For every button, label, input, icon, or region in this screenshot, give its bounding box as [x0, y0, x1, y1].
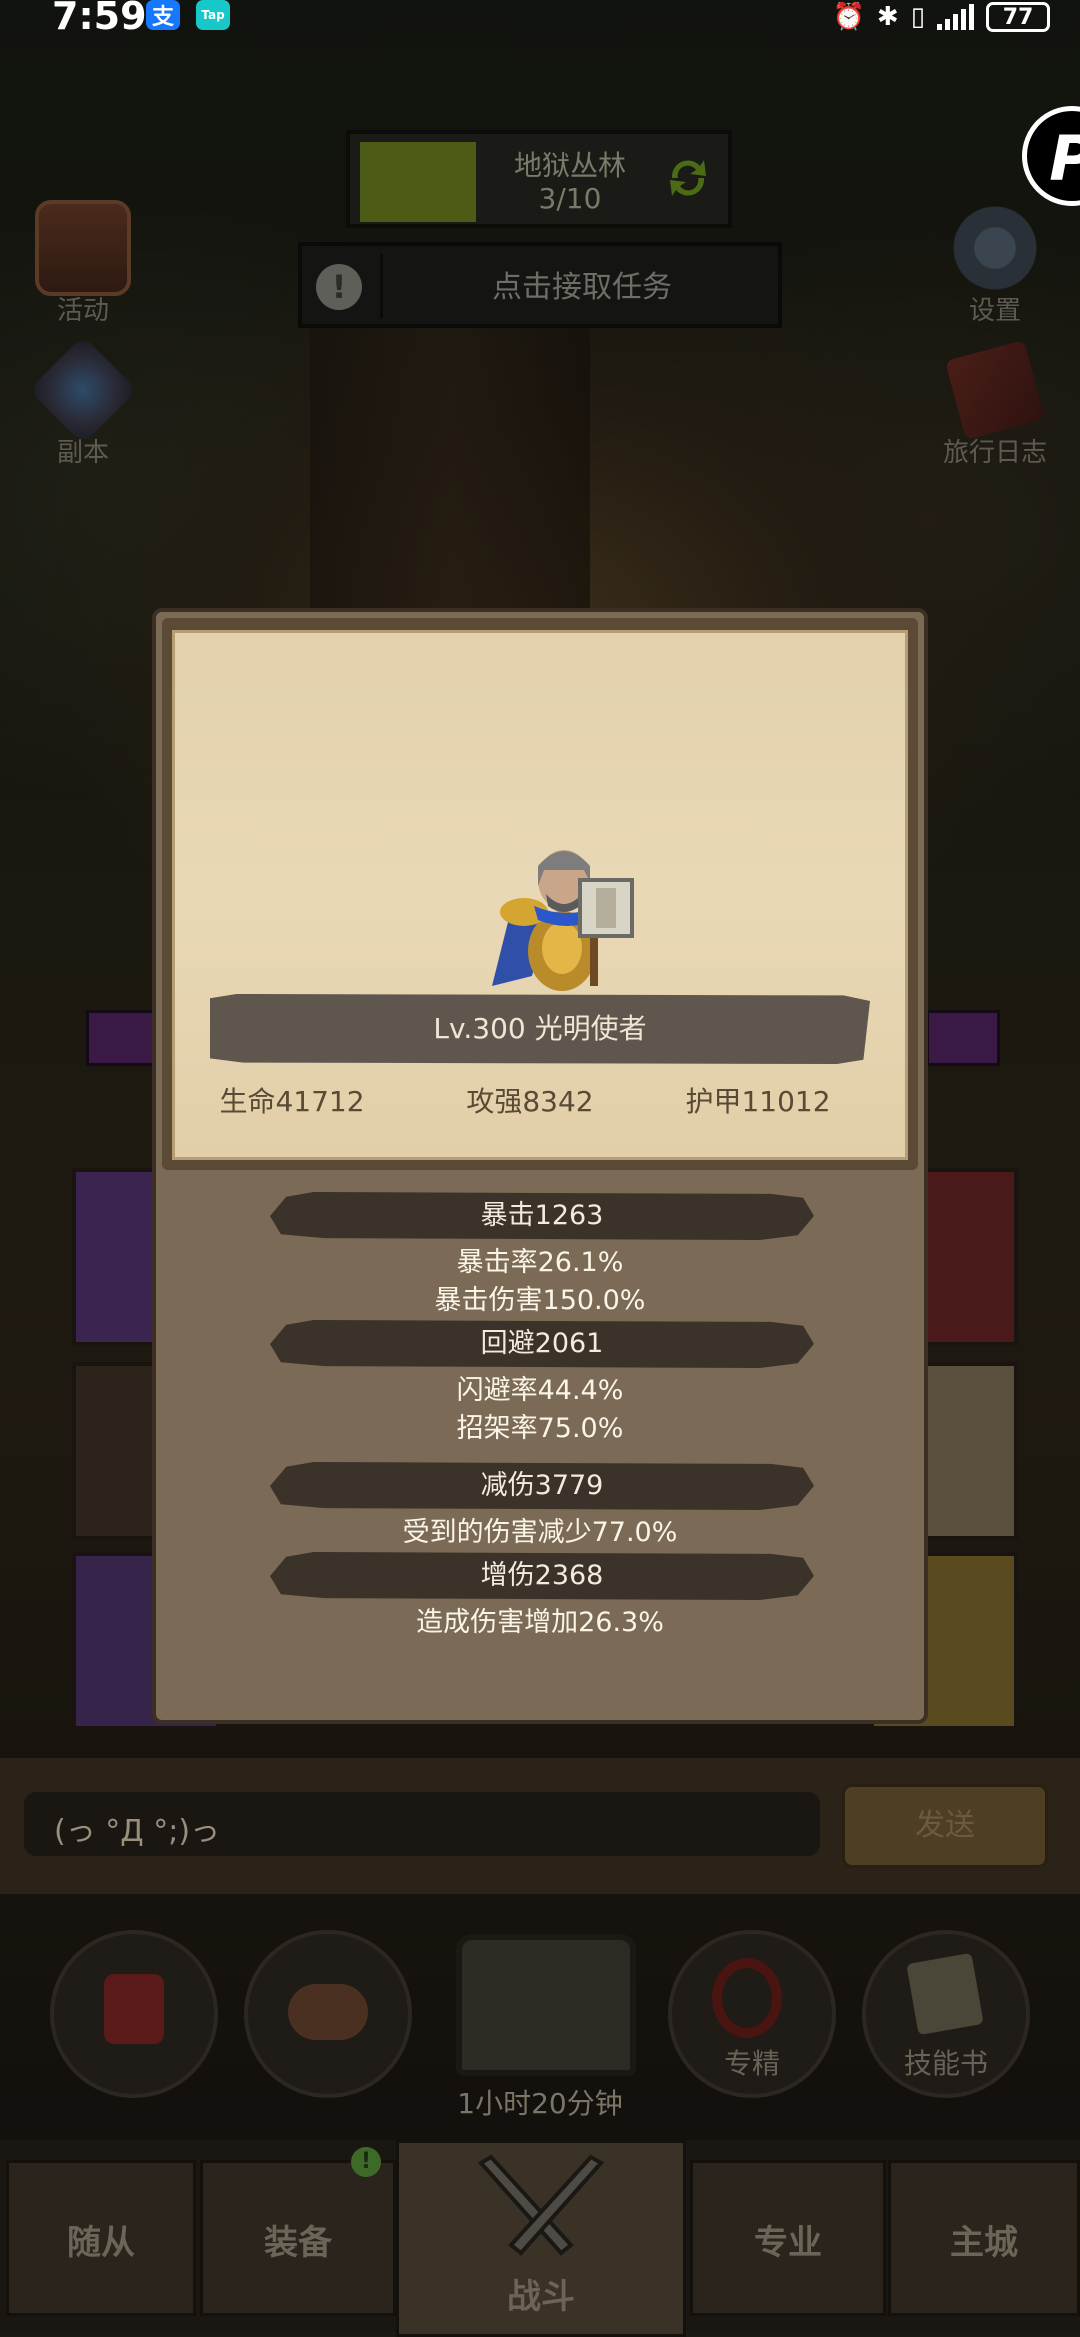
vibrate-icon: ▯	[910, 2, 925, 32]
potion-icon	[104, 1974, 164, 2044]
bluetooth-icon: ✱	[876, 2, 899, 32]
mastery-slot[interactable]: 专精	[668, 1930, 836, 2098]
signal-icon	[937, 4, 974, 30]
hero-sprite	[492, 850, 634, 991]
stat-attack: 攻强8342	[466, 1085, 594, 1118]
tab-main-city[interactable]: 主城	[888, 2160, 1080, 2316]
quest-box[interactable]: ! 点击接取任务	[298, 242, 782, 328]
food-slot[interactable]	[244, 1930, 412, 2098]
alipay-icon: 支	[146, 0, 180, 30]
activity-button[interactable]: 活动	[18, 200, 148, 327]
treasure-chest-icon	[456, 1934, 636, 2076]
mastery-label: 专精	[723, 2047, 780, 2080]
chest-timer: 1小时20分钟	[457, 2087, 623, 2120]
parry-rate: 招架率75.0%	[456, 1413, 624, 1444]
skill-book-slot[interactable]: 技能书	[862, 1930, 1030, 2098]
crit-title: 暴击1263	[480, 1200, 604, 1231]
settings-button[interactable]: 设置	[930, 200, 1060, 327]
status-bar: 7:59 支 Tap ⏰ ✱ ▯ 77	[0, 0, 1080, 38]
tab-main-city-label: 主城	[950, 2223, 1018, 2263]
tab-equipment-label: 装备	[264, 2223, 332, 2263]
chat-input-text: (っ °Д °;)っ	[54, 1814, 221, 1849]
mastery-icon	[712, 1958, 782, 2038]
gear-icon	[947, 200, 1043, 296]
portrait-panel: Lv.300 光明使者 生命41712 攻强8342 护甲11012	[162, 618, 918, 1170]
dungeon-portal-icon	[28, 335, 138, 445]
dungeon-button[interactable]: 副本	[18, 335, 148, 469]
stage-progress-bar	[360, 142, 476, 222]
send-button[interactable]: 发送	[842, 1784, 1048, 1868]
journal-book-icon	[945, 340, 1045, 440]
chat-bar: (っ °Д °;)っ 发送	[0, 1758, 1080, 1894]
status-time: 7:59	[52, 0, 147, 38]
left-purple-bar	[86, 1010, 162, 1066]
quest-divider	[380, 254, 383, 318]
tab-followers[interactable]: 随从	[6, 2160, 196, 2316]
hero-stats-modal: Lv.300 光明使者 生命41712 攻强8342 护甲11012 暴击126…	[152, 608, 928, 1724]
damage-dealt-increase: 造成伤害增加26.3%	[416, 1607, 664, 1638]
evasion-title: 回避2061	[480, 1328, 604, 1359]
tab-followers-label: 随从	[67, 2223, 135, 2263]
stat-armor: 护甲11012	[685, 1085, 831, 1118]
right-purple-bar	[926, 1010, 1000, 1066]
crit-damage: 暴击伤害150.0%	[434, 1285, 646, 1316]
crit-rate: 暴击率26.1%	[456, 1247, 624, 1278]
quest-label: 点击接取任务	[492, 270, 672, 305]
skill-row: 1小时20分钟 专精 技能书	[0, 1900, 1080, 2130]
bread-icon	[288, 1984, 368, 2040]
dodge-rate: 闪避率44.4%	[456, 1375, 624, 1406]
equipment-alert-badge: !	[351, 2147, 381, 2177]
stage-progress-box[interactable]: 地狱丛林 3/10	[346, 130, 732, 228]
tab-battle[interactable]: 战斗	[396, 2140, 686, 2337]
travel-journal-button[interactable]: 旅行日志	[930, 340, 1060, 469]
tab-profession[interactable]: 专业	[690, 2160, 886, 2316]
alert-icon: !	[316, 264, 362, 310]
tab-profession-label: 专业	[754, 2223, 822, 2263]
activity-board-icon	[35, 200, 131, 296]
tab-battle-label: 战斗	[507, 2277, 575, 2317]
stage-name: 地狱丛林	[513, 149, 626, 182]
alarm-icon: ⏰	[832, 2, 865, 32]
hero-name: Lv.300 光明使者	[433, 1012, 647, 1045]
travel-journal-label: 旅行日志	[942, 438, 1047, 468]
damage-reduction-title: 减伤3779	[480, 1470, 604, 1501]
status-icons: ⏰ ✱ ▯ 77	[833, 0, 1050, 34]
taptap-icon: Tap	[196, 0, 230, 30]
refresh-icon[interactable]	[662, 152, 714, 204]
chat-input[interactable]: (っ °Д °;)っ	[24, 1792, 820, 1856]
treasure-chest-slot[interactable]	[440, 1914, 640, 2104]
tab-equipment[interactable]: 装备 !	[200, 2147, 396, 2316]
stat-hp: 生命41712	[219, 1085, 365, 1118]
activity-label: 活动	[56, 296, 109, 326]
skill-book-label: 技能书	[903, 2047, 988, 2080]
bottom-nav: 随从 装备 ! 战斗 专业 主城	[0, 2140, 1080, 2337]
stage-count: 3/10	[538, 182, 602, 215]
battery-icon: 77	[986, 2, 1050, 32]
potion-slot[interactable]	[50, 1930, 218, 2098]
skill-book-icon	[906, 1952, 984, 2036]
damage-increase-title: 增伤2368	[480, 1560, 604, 1591]
settings-label: 设置	[968, 296, 1021, 326]
damage-taken-reduction: 受到的伤害减少77.0%	[402, 1517, 678, 1548]
